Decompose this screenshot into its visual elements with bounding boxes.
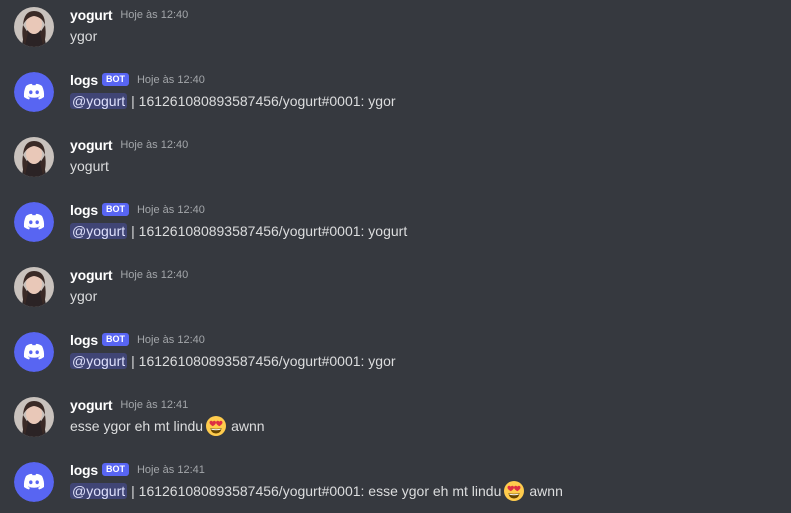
message-header: yogurt Hoje às 12:41: [70, 396, 188, 414]
username[interactable]: yogurt: [70, 137, 113, 153]
timestamp: Hoje às 12:41: [120, 399, 189, 411]
username[interactable]: yogurt: [70, 7, 113, 23]
message-item: logs BOT Hoje às 12:40 @yogurt | 1612610…: [0, 328, 791, 388]
message-item: yogurt Hoje às 12:40 ygor: [0, 3, 791, 63]
chat-message-list: yogurt Hoje às 12:40 ygor logs BOT Hoje …: [0, 0, 791, 513]
discord-logo-icon: [14, 332, 54, 372]
username[interactable]: logs: [70, 462, 98, 478]
discord-logo-icon: [14, 462, 54, 502]
message-text: awnn: [529, 483, 563, 499]
message-item: yogurt Hoje às 12:40 yogurt: [0, 133, 791, 193]
user-avatar[interactable]: [14, 7, 54, 47]
message-content: ygor: [70, 286, 97, 306]
message-text: yogurt: [70, 158, 109, 174]
message-text: esse ygor eh mt lindu: [70, 418, 204, 434]
message-content: @yogurt | 161261080893587456/yogurt#0001…: [70, 91, 396, 111]
timestamp: Hoje às 12:40: [136, 334, 205, 346]
timestamp: Hoje às 12:41: [136, 464, 205, 476]
bot-avatar[interactable]: [14, 332, 54, 372]
bot-tag: BOT: [101, 202, 129, 216]
timestamp: Hoje às 12:40: [120, 269, 189, 281]
bot-avatar[interactable]: [14, 202, 54, 242]
timestamp: Hoje às 12:40: [136, 74, 205, 86]
message-header: yogurt Hoje às 12:40: [70, 136, 188, 154]
timestamp: Hoje às 12:40: [136, 204, 205, 216]
message-content: esse ygor eh mt lindu awnn: [70, 416, 265, 436]
message-item: logs BOT Hoje às 12:41 @yogurt | 1612610…: [0, 458, 791, 513]
heart-eyes-emoji: [503, 480, 525, 502]
message-header: yogurt Hoje às 12:40: [70, 266, 188, 284]
heart-eyes-emoji: [205, 415, 227, 437]
username[interactable]: logs: [70, 332, 98, 348]
user-mention[interactable]: @yogurt: [70, 483, 128, 499]
user-avatar[interactable]: [14, 267, 54, 307]
message-content: @yogurt | 161261080893587456/yogurt#0001…: [70, 221, 407, 241]
message-header: yogurt Hoje às 12:40: [70, 6, 188, 24]
bot-tag: BOT: [101, 332, 129, 346]
message-text: | 161261080893587456/yogurt#0001: ygor: [131, 353, 396, 369]
message-text: awnn: [231, 418, 265, 434]
message-header: logs BOT Hoje às 12:41: [70, 461, 205, 479]
timestamp: Hoje às 12:40: [120, 9, 189, 21]
timestamp: Hoje às 12:40: [120, 139, 189, 151]
user-avatar[interactable]: [14, 137, 54, 177]
username[interactable]: yogurt: [70, 267, 113, 283]
message-text: ygor: [70, 288, 98, 304]
message-content: @yogurt | 161261080893587456/yogurt#0001…: [70, 351, 396, 371]
username[interactable]: yogurt: [70, 397, 113, 413]
message-item: logs BOT Hoje às 12:40 @yogurt | 1612610…: [0, 198, 791, 258]
bot-tag: BOT: [101, 462, 129, 476]
message-item: logs BOT Hoje às 12:40 @yogurt | 1612610…: [0, 68, 791, 128]
message-header: logs BOT Hoje às 12:40: [70, 201, 205, 219]
message-text: | 161261080893587456/yogurt#0001: esse y…: [131, 483, 502, 499]
user-mention[interactable]: @yogurt: [70, 93, 128, 109]
bot-avatar[interactable]: [14, 72, 54, 112]
user-mention[interactable]: @yogurt: [70, 223, 128, 239]
message-header: logs BOT Hoje às 12:40: [70, 331, 205, 349]
message-text: | 161261080893587456/yogurt#0001: yogurt: [131, 223, 408, 239]
message-content: yogurt: [70, 156, 109, 176]
message-item: yogurt Hoje às 12:40 ygor: [0, 263, 791, 323]
bot-tag: BOT: [101, 72, 129, 86]
message-content: @yogurt | 161261080893587456/yogurt#0001…: [70, 481, 563, 501]
discord-logo-icon: [14, 72, 54, 112]
username[interactable]: logs: [70, 72, 98, 88]
discord-logo-icon: [14, 202, 54, 242]
message-content: ygor: [70, 26, 97, 46]
message-text: ygor: [70, 28, 98, 44]
username[interactable]: logs: [70, 202, 98, 218]
message-header: logs BOT Hoje às 12:40: [70, 71, 205, 89]
user-avatar[interactable]: [14, 397, 54, 437]
message-text: | 161261080893587456/yogurt#0001: ygor: [131, 93, 396, 109]
bot-avatar[interactable]: [14, 462, 54, 502]
message-item: yogurt Hoje às 12:41 esse ygor eh mt lin…: [0, 393, 791, 453]
user-mention[interactable]: @yogurt: [70, 353, 128, 369]
